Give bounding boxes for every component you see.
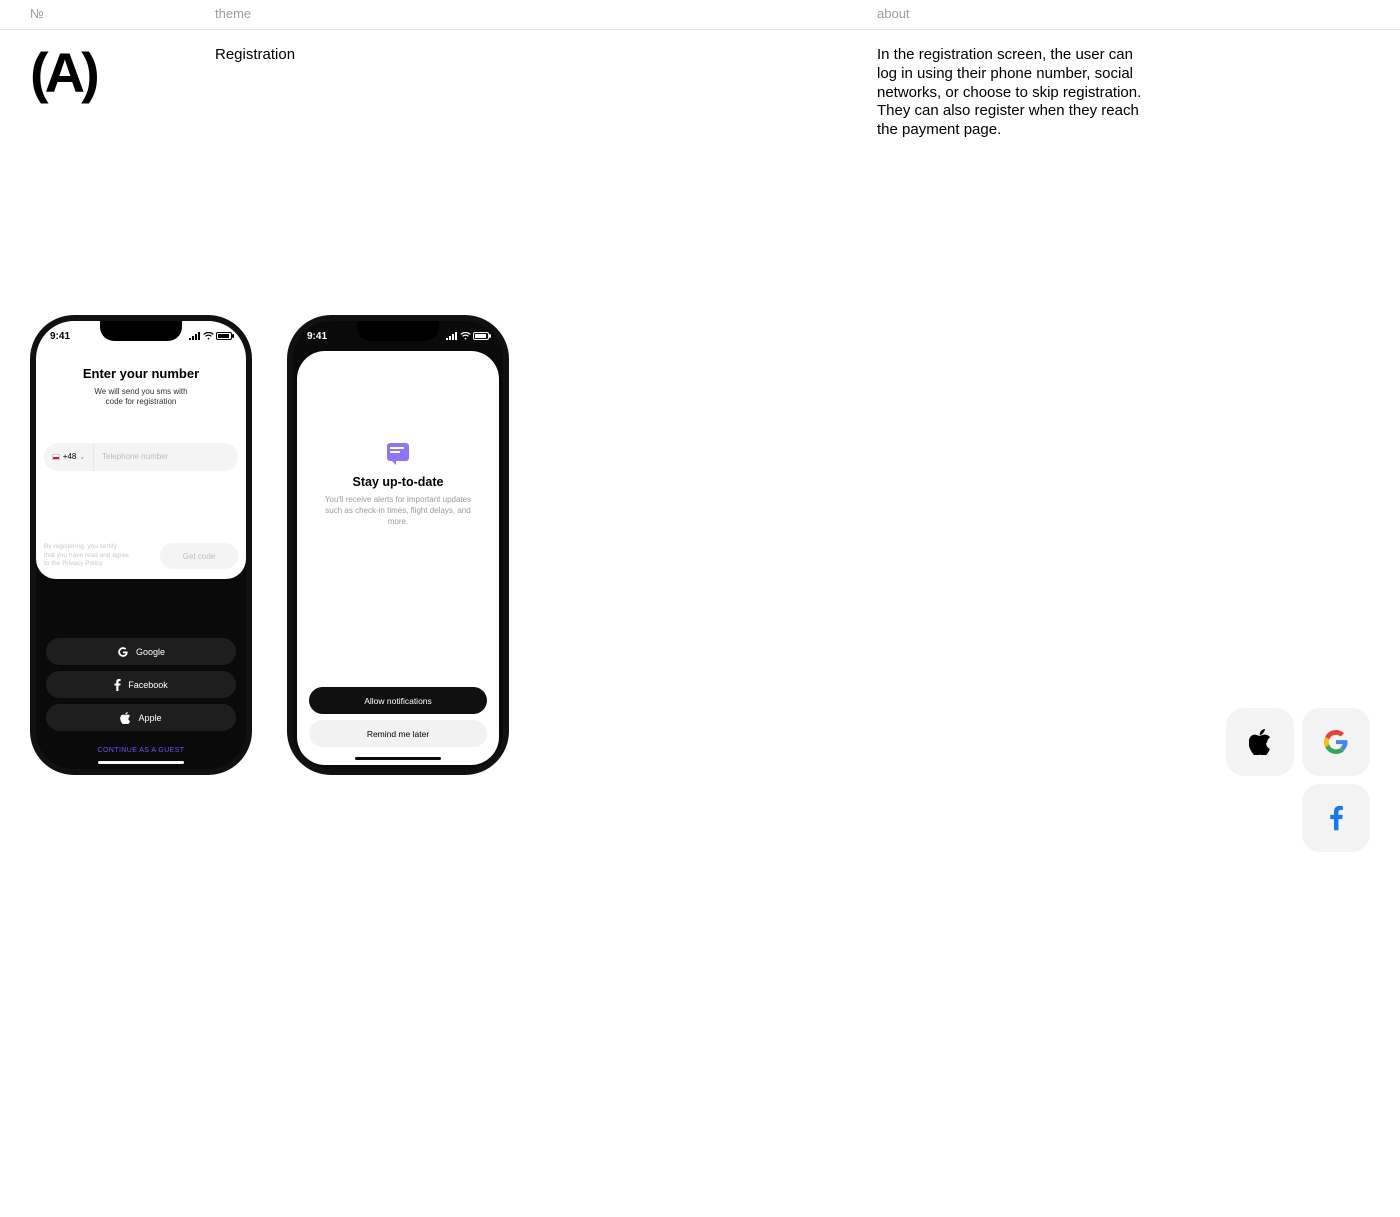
enter-number-sub-2: code for registration bbox=[106, 397, 177, 406]
status-icons bbox=[189, 332, 232, 340]
phone-input-card: Enter your number We will send you sms w… bbox=[36, 321, 246, 579]
status-icons bbox=[446, 332, 489, 340]
notch bbox=[100, 321, 182, 341]
header-about-label: about bbox=[877, 6, 910, 21]
google-icon bbox=[1324, 730, 1348, 754]
battery-icon bbox=[216, 332, 232, 340]
status-time: 9:41 bbox=[307, 331, 327, 342]
status-time: 9:41 bbox=[50, 331, 70, 342]
apple-icon bbox=[120, 712, 131, 724]
country-code: +48 bbox=[63, 452, 77, 461]
facebook-icon bbox=[1330, 805, 1343, 831]
facebook-chip bbox=[1302, 784, 1370, 852]
apple-icon bbox=[1249, 729, 1271, 755]
chat-bubble-icon bbox=[387, 443, 409, 461]
country-code-selector[interactable]: +48 ⌄ bbox=[44, 443, 94, 471]
section-theme: Registration bbox=[215, 40, 877, 140]
signal-icon bbox=[446, 332, 458, 340]
phone-input[interactable]: Telephone number bbox=[94, 443, 238, 471]
header-num-label: № bbox=[30, 6, 215, 21]
stay-updated-sub: You'll receive alerts for important upda… bbox=[297, 495, 499, 527]
facebook-icon bbox=[114, 679, 121, 691]
wifi-icon bbox=[203, 332, 214, 340]
stay-updated-title: Stay up-to-date bbox=[297, 475, 499, 489]
home-indicator bbox=[98, 761, 184, 764]
legal-text: By registering, you certify that you hav… bbox=[44, 543, 154, 568]
google-icon bbox=[117, 646, 129, 658]
apple-signin-button[interactable]: Apple bbox=[46, 704, 236, 731]
enter-number-sub-1: We will send you sms with bbox=[94, 387, 187, 396]
notch bbox=[357, 321, 439, 341]
get-code-button[interactable]: Get code bbox=[160, 543, 238, 569]
apple-label: Apple bbox=[138, 713, 161, 723]
signal-icon bbox=[189, 332, 201, 340]
header-theme-label: theme bbox=[215, 6, 877, 21]
facebook-signin-button[interactable]: Facebook bbox=[46, 671, 236, 698]
google-label: Google bbox=[136, 647, 165, 657]
section-marker: (A) bbox=[30, 40, 215, 140]
google-signin-button[interactable]: Google bbox=[46, 638, 236, 665]
continue-as-guest-button[interactable]: CONTINUE AS A GUEST bbox=[46, 747, 236, 754]
flag-icon bbox=[52, 454, 60, 460]
phone-notifications: 9:41 Stay up-to-date You'll receive aler… bbox=[287, 315, 509, 775]
phone-registration: 9:41 Enter your number We will send you … bbox=[30, 315, 252, 775]
home-indicator bbox=[355, 757, 441, 760]
remind-later-button[interactable]: Remind me later bbox=[309, 720, 487, 747]
facebook-label: Facebook bbox=[128, 680, 168, 690]
section-about: In the registration screen, the user can… bbox=[877, 40, 1157, 140]
allow-notifications-button[interactable]: Allow notifications bbox=[309, 687, 487, 714]
enter-number-title: Enter your number bbox=[36, 366, 246, 381]
chevron-down-icon: ⌄ bbox=[79, 453, 85, 461]
google-chip bbox=[1302, 708, 1370, 776]
apple-chip bbox=[1226, 708, 1294, 776]
battery-icon bbox=[473, 332, 489, 340]
wifi-icon bbox=[460, 332, 471, 340]
